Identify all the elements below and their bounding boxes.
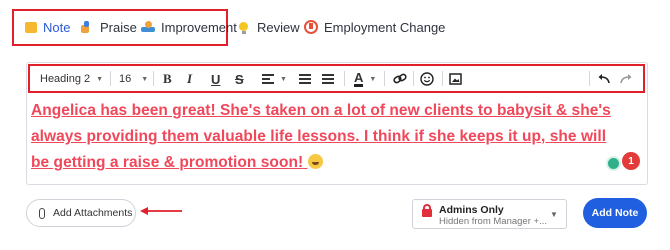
paperclip-icon (39, 207, 45, 219)
arrow-annotation-icon (140, 207, 182, 215)
grammar-assistant-icon[interactable] (606, 156, 621, 171)
tab-improvement[interactable]: Improvement (141, 18, 237, 36)
add-attachments-button[interactable]: Add Attachments (26, 199, 136, 227)
toolbar-divider (384, 71, 385, 86)
toolbar-divider (413, 71, 414, 86)
employment-change-icon (304, 20, 318, 34)
align-select[interactable]: ▼ (262, 70, 287, 88)
toolbar-divider (110, 71, 111, 86)
italic-button[interactable]: I (187, 70, 192, 88)
image-button[interactable] (449, 70, 462, 88)
lock-icon (422, 204, 432, 217)
undo-icon (598, 74, 610, 84)
toolbar-divider (153, 71, 154, 86)
tab-praise-label: Praise (100, 19, 137, 35)
strikethrough-button[interactable]: S (235, 70, 244, 88)
visibility-select[interactable]: Admins Only Hidden from Manager +... ▼ (412, 199, 567, 229)
chevron-down-icon: ▼ (141, 75, 149, 83)
tab-note[interactable]: Note (25, 18, 70, 36)
grinning-emoji-icon (307, 154, 323, 169)
numbered-list-icon (322, 72, 334, 86)
lightbulb-icon (237, 20, 251, 34)
visibility-subtitle: Hidden from Manager +... (439, 216, 547, 227)
tab-employment-change-label: Employment Change (324, 19, 446, 35)
bullet-list-button[interactable] (299, 70, 311, 88)
tab-employment-change[interactable]: Employment Change (304, 18, 445, 36)
tab-praise[interactable]: Praise (80, 18, 137, 36)
font-color-label: A (354, 70, 364, 87)
font-size-value: 16 (119, 73, 132, 85)
note-icon (25, 21, 37, 33)
toolbar-divider (589, 71, 590, 86)
add-attachments-label: Add Attachments (53, 207, 133, 219)
chevron-down-icon: ▼ (96, 75, 104, 83)
undo-button[interactable] (598, 70, 610, 88)
numbered-list-button[interactable] (322, 70, 334, 88)
notification-badge[interactable]: 1 (622, 152, 640, 170)
tab-improvement-label: Improvement (161, 19, 237, 35)
image-icon (449, 73, 462, 85)
thumbs-up-icon (80, 20, 94, 34)
underline-button[interactable]: U (211, 70, 220, 88)
align-left-icon (262, 72, 274, 86)
tab-review[interactable]: Review (237, 18, 300, 36)
link-icon (393, 73, 407, 84)
chevron-down-icon: ▼ (550, 210, 558, 219)
redo-icon (620, 74, 632, 84)
smiley-icon (420, 72, 434, 86)
tab-review-label: Review (257, 19, 300, 35)
chevron-down-icon: ▼ (369, 75, 377, 83)
note-composer: Note Praise Improvement Review Employmen… (0, 0, 670, 250)
link-button[interactable] (393, 70, 407, 88)
font-color-select[interactable]: A ▼ (354, 70, 376, 88)
heading-select[interactable]: Heading 2 ▼ (40, 70, 103, 88)
add-note-button[interactable]: Add Note (583, 198, 647, 228)
tab-note-label: Note (43, 19, 71, 35)
font-size-select[interactable]: 16 ▼ (119, 70, 148, 88)
bullet-list-icon (299, 72, 311, 86)
bold-button[interactable]: B (163, 70, 172, 88)
emoji-button[interactable] (420, 70, 434, 88)
improvement-icon (141, 20, 155, 34)
toolbar-divider (344, 71, 345, 86)
visibility-title: Admins Only (439, 204, 504, 216)
chevron-down-icon: ▼ (280, 75, 287, 83)
heading-select-value: Heading 2 (40, 73, 91, 85)
redo-button[interactable] (620, 70, 632, 88)
toolbar-divider (442, 71, 443, 86)
note-content[interactable]: Angelica has been great! She's taken on … (31, 98, 621, 176)
